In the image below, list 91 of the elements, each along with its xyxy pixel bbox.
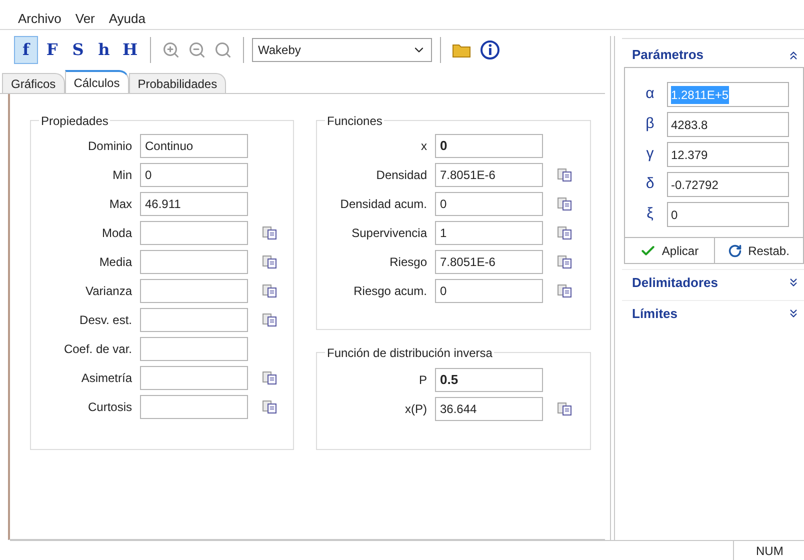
copy-icon[interactable] [557,284,573,298]
panel-header[interactable]: Parámetros [622,43,804,67]
parameter-symbol: β [644,114,656,134]
field-label: Supervivencia [350,224,428,242]
tab[interactable]: Gráficos [2,73,65,93]
menu-item[interactable]: Ver [75,8,95,28]
field-label: Moda [100,224,133,242]
field-label: Riesgo [388,254,428,270]
parameter-value: 0 [671,206,678,224]
field-label: Densidad [375,166,428,184]
value-field[interactable] [140,366,248,390]
field-label: Coef. de var. [62,340,133,358]
copy-icon[interactable] [262,226,278,240]
field-label: Riesgo acum. [352,282,428,300]
copy-icon[interactable] [262,254,278,268]
reset-button[interactable]: Restab. [714,238,803,263]
copy-icon[interactable] [557,254,573,268]
parameter-symbol: α [644,84,656,104]
redo-icon [728,244,742,258]
copy-icon[interactable] [262,312,278,326]
parameter-field[interactable]: -0.72792 [667,172,789,197]
status-indicator: NUM [755,542,784,560]
field-label: Min [112,166,133,184]
parameter-symbol: δ [644,174,656,194]
value-field[interactable]: 0 [140,162,248,186]
menu-item[interactable]: Archivo [18,8,62,28]
folder-icon[interactable] [452,42,472,58]
panel-header[interactable]: Delimitadores [622,269,804,295]
panel-title: Parámetros [632,46,704,64]
tab[interactable]: Cálculos [64,70,129,93]
copy-icon[interactable] [557,402,573,416]
value-field[interactable]: 0 [435,278,543,302]
info-icon[interactable] [480,40,500,60]
copy-icon[interactable] [262,284,278,298]
expand-icon[interactable] [787,276,800,289]
distribution-dropdown[interactable]: Wakeby [252,38,432,62]
copy-icon[interactable] [557,196,573,210]
field-label: x [420,138,428,154]
zoom-icon[interactable] [214,41,232,59]
parameter-field[interactable]: 0 [667,202,789,227]
value-field[interactable]: 1 [435,220,543,244]
parameter-value: 1.2811E+5 [671,86,728,104]
value-field[interactable] [140,394,248,418]
field-label: Max [108,196,133,212]
zoom-in-icon[interactable] [162,41,180,59]
value-field[interactable] [140,278,248,302]
copy-icon[interactable] [557,168,573,182]
field-label: Curtosis [86,398,133,416]
function-button[interactable]: h [92,36,116,64]
expand-icon[interactable] [787,307,800,320]
value-field[interactable]: 0.5 [435,368,543,392]
panel-title: Límites [632,304,678,323]
function-button[interactable]: F [40,36,64,64]
field-label: Dominio [86,138,133,154]
copy-icon[interactable] [262,400,278,414]
copy-icon[interactable] [557,226,573,240]
function-button[interactable]: H [118,36,142,64]
value-field[interactable]: 46.911 [140,192,248,216]
field-label: P [418,372,428,388]
function-button[interactable]: f [14,36,38,64]
parameter-value: 12.379 [671,146,708,164]
value-field[interactable]: 7.8051E-6 [435,250,543,274]
tab[interactable]: Probabilidades [128,73,226,93]
field-label: Asimetría [80,370,133,386]
parameter-value: 4283.8 [671,116,708,134]
value-field[interactable]: 0 [435,192,543,216]
zoom-out-icon[interactable] [188,41,206,59]
parameter-value: -0.72792 [671,176,718,194]
value-field[interactable] [140,336,248,360]
function-button[interactable]: S [66,36,90,64]
parameter-symbol: γ [645,144,655,164]
field-label: x(P) [404,400,428,418]
copy-icon[interactable] [262,370,278,384]
field-label: Varianza [84,282,133,300]
field-label: Densidad acum. [339,196,428,212]
parameter-field[interactable]: 12.379 [667,142,789,167]
parameter-symbol: ξ [646,204,654,224]
value-field[interactable]: 0 [435,134,543,158]
panel-header[interactable]: Límites [622,300,804,326]
field-label: Desv. est. [78,312,133,328]
value-field[interactable] [140,250,248,274]
panel-title: Delimitadores [632,274,718,292]
apply-button[interactable]: Aplicar [625,238,714,263]
value-field[interactable] [140,220,248,244]
parameter-field[interactable]: 4283.8 [667,112,789,137]
field-label: Media [98,254,133,270]
menu-item[interactable]: Ayuda [108,8,146,28]
value-field[interactable]: Continuo [140,134,248,158]
value-field[interactable] [140,308,248,332]
value-field[interactable]: 36.644 [435,396,543,420]
value-field[interactable]: 7.8051E-6 [435,162,543,186]
